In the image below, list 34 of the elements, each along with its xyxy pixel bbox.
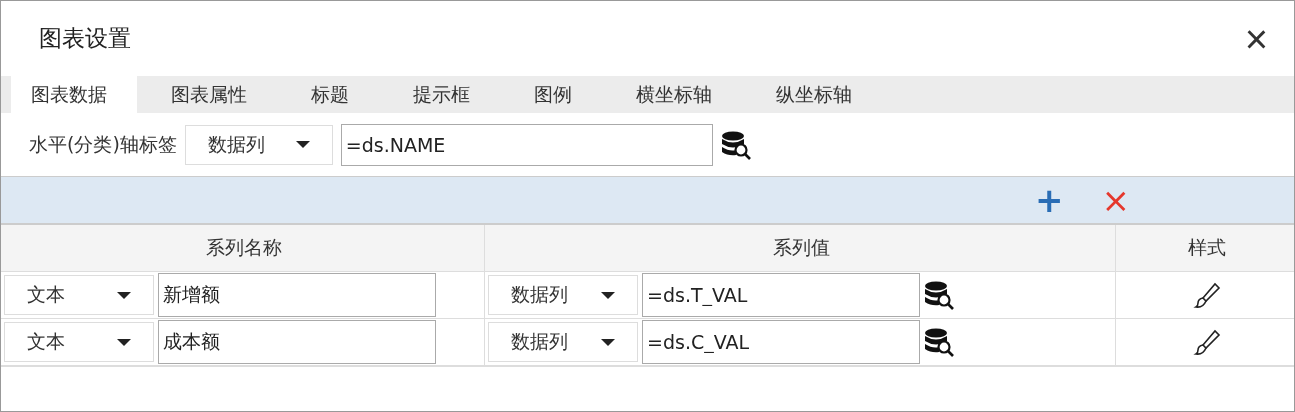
column-header: 样式 <box>1186 235 1227 260</box>
series-name-field[interactable]: 成本额 <box>158 320 436 364</box>
column-header: 系列值 <box>485 225 1116 271</box>
window-title: 图表设置 <box>39 24 131 53</box>
caret-icon <box>117 338 131 346</box>
database-search-icon[interactable] <box>924 327 954 357</box>
axis-label: 水平(分类)轴标签 <box>29 131 177 157</box>
column-header: 系列名称 <box>1 225 485 271</box>
series-value-field[interactable]: =ds.C_VAL <box>642 320 920 364</box>
brush-icon[interactable] <box>1192 328 1221 356</box>
tab[interactable]: 横坐标轴 <box>606 76 742 113</box>
tab[interactable]: 图例 <box>504 76 602 113</box>
caret-icon <box>295 141 310 148</box>
formula-field[interactable]: =ds.NAME <box>340 123 713 166</box>
caret-icon <box>117 291 131 299</box>
tab[interactable]: 图表数据 <box>11 76 137 113</box>
type-dropdown[interactable]: 数据列 <box>488 322 638 362</box>
close-button[interactable]: × <box>1238 18 1274 59</box>
series-name-field[interactable]: 新增额 <box>158 273 436 317</box>
caret-icon <box>601 338 615 346</box>
type-dropdown[interactable]: 文本 <box>4 322 154 362</box>
brush-icon[interactable] <box>1192 281 1221 309</box>
database-search-icon[interactable] <box>720 129 751 160</box>
database-search-icon[interactable] <box>924 280 954 310</box>
tab[interactable]: 标题 <box>281 76 379 113</box>
type-dropdown[interactable]: 文本 <box>4 275 154 315</box>
tab[interactable]: 图表属性 <box>141 76 277 113</box>
type-dropdown[interactable]: 数据列 <box>184 124 333 165</box>
add-button[interactable]: + <box>1031 183 1068 217</box>
series-value-field[interactable]: =ds.T_VAL <box>642 273 920 317</box>
type-dropdown[interactable]: 数据列 <box>488 275 638 315</box>
tab[interactable]: 提示框 <box>383 76 500 113</box>
caret-icon <box>601 291 615 299</box>
tab[interactable]: 纵坐标轴 <box>746 76 882 113</box>
